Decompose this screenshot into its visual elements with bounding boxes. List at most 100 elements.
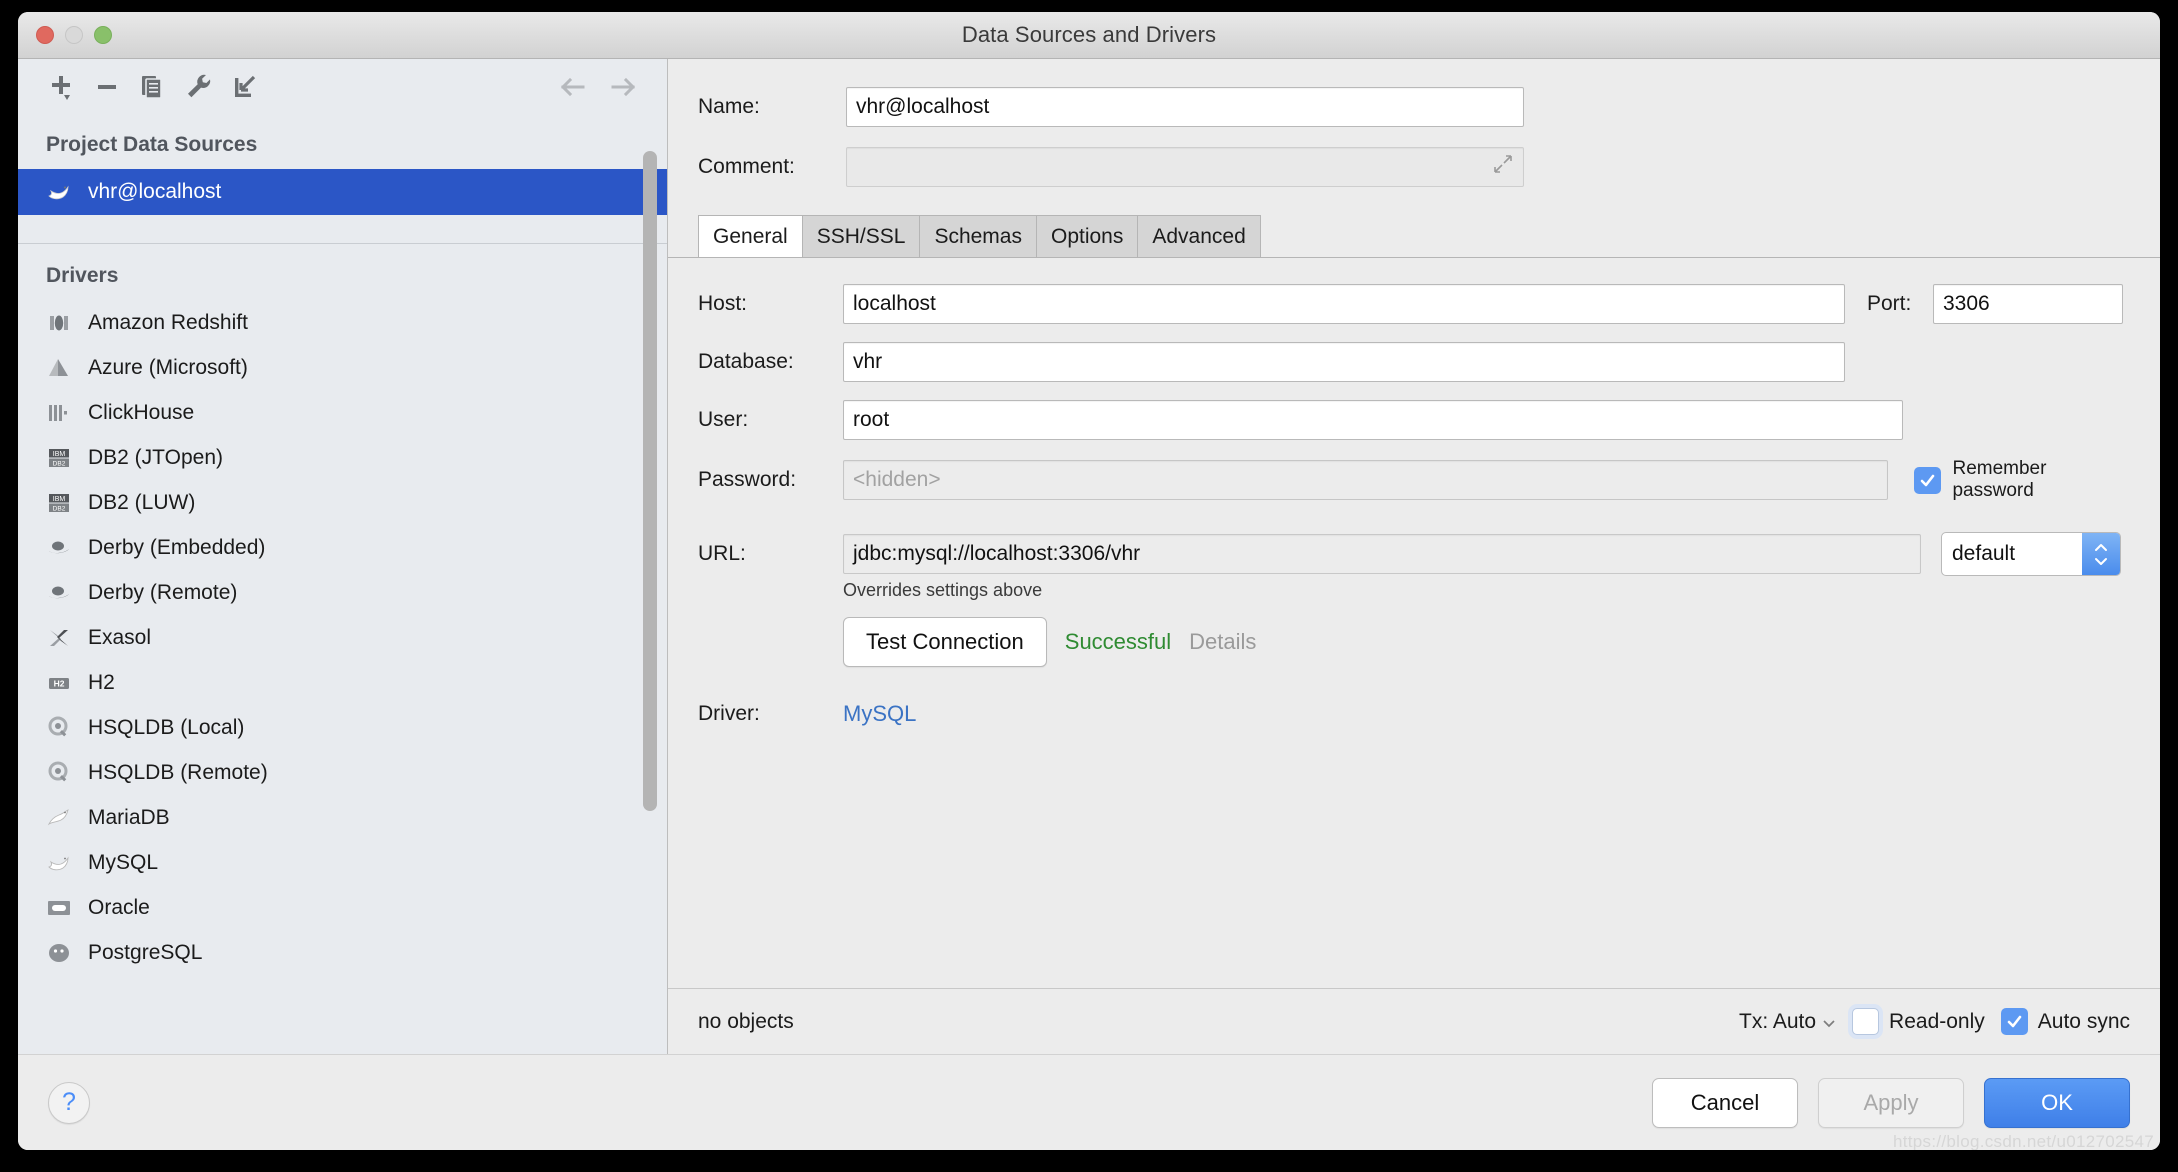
- oracle-icon: [46, 895, 72, 921]
- database-input[interactable]: vhr: [843, 342, 1845, 382]
- status-bar-controls: Tx: Auto Read-only Auto sync: [1739, 1008, 2130, 1035]
- driver-item-mariadb[interactable]: MariaDB: [18, 795, 667, 840]
- close-window-button[interactable]: [36, 26, 54, 44]
- minimize-window-button[interactable]: [65, 26, 83, 44]
- driver-item-clickhouse[interactable]: ClickHouse: [18, 390, 667, 435]
- driver-label: Amazon Redshift: [88, 310, 248, 334]
- sidebar-item-vhr-localhost[interactable]: vhr@localhost: [18, 169, 667, 215]
- comment-input[interactable]: [846, 147, 1524, 187]
- copy-icon[interactable]: [130, 65, 176, 109]
- read-only-row[interactable]: Read-only: [1852, 1008, 1985, 1035]
- read-only-label: Read-only: [1889, 1009, 1985, 1033]
- exasol-x-icon: [46, 625, 72, 651]
- url-row: URL: jdbc:mysql://localhost:3306/vhr def…: [698, 532, 2130, 576]
- driver-item-derby-embedded[interactable]: Derby (Embedded): [18, 525, 667, 570]
- watermark: https://blog.csdn.net/u012702547: [1892, 1132, 2154, 1150]
- test-connection-button[interactable]: Test Connection: [843, 617, 1047, 667]
- postgresql-icon: [46, 940, 72, 966]
- expand-icon[interactable]: [1491, 152, 1515, 182]
- overrides-note: Overrides settings above: [843, 580, 1043, 600]
- read-only-checkbox[interactable]: [1852, 1008, 1880, 1035]
- tx-mode-dropdown[interactable]: Tx: Auto: [1739, 1010, 1836, 1034]
- import-arrow-icon[interactable]: [222, 65, 268, 109]
- help-button[interactable]: ?: [48, 1081, 90, 1124]
- zoom-window-button[interactable]: [94, 26, 112, 44]
- driver-label: DB2 (JTOpen): [88, 445, 223, 469]
- driver-label: PostgreSQL: [88, 940, 203, 964]
- driver-link[interactable]: MySQL: [843, 701, 916, 727]
- name-input[interactable]: vhr@localhost: [846, 87, 1524, 127]
- driver-item-azure[interactable]: Azure (Microsoft): [18, 345, 667, 390]
- svg-text:DB2: DB2: [53, 505, 66, 512]
- project-data-sources-header: Project Data Sources: [46, 133, 258, 156]
- driver-item-h2[interactable]: H2 H2: [18, 660, 667, 705]
- password-input[interactable]: <hidden>: [843, 460, 1889, 500]
- port-input[interactable]: 3306: [1933, 284, 2123, 324]
- tx-mode-label: Tx: Auto: [1739, 1009, 1817, 1033]
- password-label: Password:: [698, 468, 797, 491]
- user-input[interactable]: root: [843, 400, 1903, 440]
- sidebar-scroll-area[interactable]: Project Data Sources vhr@localhost Drive…: [18, 115, 667, 1054]
- footer-buttons: Cancel Apply OK: [1652, 1077, 2130, 1128]
- tab-options[interactable]: Options: [1036, 215, 1139, 257]
- title-bar: Data Sources and Drivers: [18, 12, 2160, 59]
- tab-content-general: Host: localhost Port: 3306 Database: vhr…: [668, 257, 2160, 1054]
- ok-button[interactable]: OK: [1984, 1077, 2130, 1128]
- svg-text:DB2: DB2: [53, 460, 66, 467]
- driver-label: ClickHouse: [88, 400, 195, 424]
- tab-advanced[interactable]: Advanced: [1138, 215, 1261, 257]
- driver-label: Oracle: [88, 895, 150, 919]
- remember-password-row[interactable]: Remember password: [1914, 458, 2130, 502]
- driver-item-db2-luw[interactable]: IBM DB2 DB2 (LUW): [18, 480, 667, 525]
- auto-sync-checkbox[interactable]: [2000, 1008, 2028, 1035]
- stepper-icon[interactable]: [2082, 533, 2120, 575]
- apply-button[interactable]: Apply: [1818, 1077, 1964, 1128]
- remove-button[interactable]: [84, 65, 130, 109]
- driver-item-postgresql[interactable]: PostgreSQL: [18, 930, 667, 975]
- window-controls: [36, 12, 112, 58]
- tab-general[interactable]: General: [698, 215, 803, 257]
- tab-schemas[interactable]: Schemas: [920, 215, 1037, 257]
- url-driver-select[interactable]: default: [1941, 532, 2121, 576]
- svg-text:H2: H2: [54, 678, 65, 688]
- mysql-dolphin-icon: [46, 850, 72, 876]
- driver-item-hsqldb-local[interactable]: HSQLDB (Local): [18, 705, 667, 750]
- url-input[interactable]: jdbc:mysql://localhost:3306/vhr: [843, 534, 1921, 574]
- user-label: User:: [698, 408, 749, 431]
- driver-label: MySQL: [88, 850, 159, 874]
- mysql-dolphin-icon: [46, 179, 72, 205]
- driver-label: Derby (Embedded): [88, 535, 266, 559]
- chevron-down-icon: [1822, 1010, 1836, 1034]
- window-title: Data Sources and Drivers: [961, 22, 1217, 47]
- arrow-left-icon[interactable]: [549, 65, 595, 109]
- data-sources-dialog: Data Sources and Drivers Project Data So…: [18, 12, 2160, 1150]
- driver-item-exasol[interactable]: Exasol: [18, 615, 667, 660]
- remember-password-checkbox[interactable]: [1914, 466, 1942, 494]
- driver-label: H2: [88, 670, 115, 694]
- sidebar-divider: [18, 243, 667, 244]
- cancel-button[interactable]: Cancel: [1652, 1077, 1798, 1128]
- auto-sync-row[interactable]: Auto sync: [2000, 1008, 2130, 1035]
- test-connection-details-link[interactable]: Details: [1189, 629, 1256, 655]
- sidebar-scrollbar[interactable]: [643, 151, 657, 811]
- tab-ssh-ssl[interactable]: SSH/SSL: [802, 215, 921, 257]
- driver-item-hsqldb-remote[interactable]: HSQLDB (Remote): [18, 750, 667, 795]
- tab-bar: General SSH/SSL Schemas Options Advanced: [698, 215, 2160, 257]
- driver-item-amazon-redshift[interactable]: Amazon Redshift: [18, 300, 667, 345]
- arrow-right-icon[interactable]: [601, 65, 647, 109]
- password-row: Password: <hidden> Remember password: [698, 458, 2130, 502]
- wrench-icon[interactable]: [176, 65, 222, 109]
- general-form: Host: localhost Port: 3306 Database: vhr…: [668, 258, 2160, 988]
- derby-hat-icon: [46, 580, 72, 606]
- driver-item-derby-remote[interactable]: Derby (Remote): [18, 570, 667, 615]
- driver-item-db2-jtopen[interactable]: IBM DB2 DB2 (JTOpen): [18, 435, 667, 480]
- name-label: Name:: [698, 95, 760, 118]
- driver-item-oracle[interactable]: Oracle: [18, 885, 667, 930]
- objects-count-label: no objects: [698, 1009, 794, 1033]
- host-input[interactable]: localhost: [843, 284, 1845, 324]
- add-button[interactable]: [38, 65, 84, 109]
- database-row: Database: vhr: [698, 342, 2130, 382]
- driver-item-mysql[interactable]: MySQL: [18, 840, 667, 885]
- hsqldb-icon: [46, 715, 72, 741]
- host-label: Host:: [698, 292, 748, 315]
